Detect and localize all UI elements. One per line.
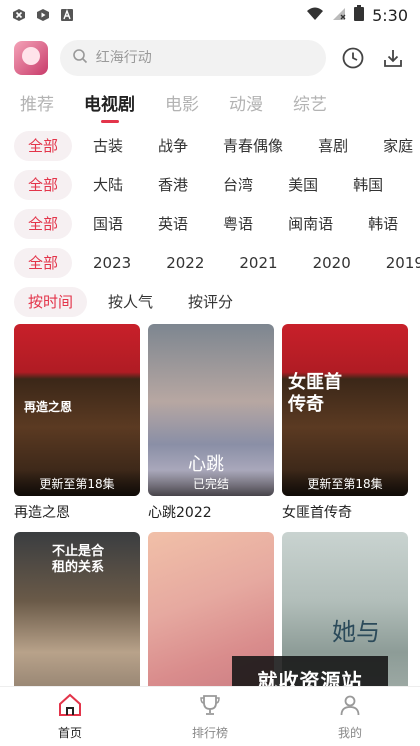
filter-row-sort: 按时间 按人气 按评分 bbox=[0, 282, 420, 321]
filter-chip[interactable]: 2022 bbox=[152, 248, 218, 278]
filter-chip[interactable]: 全部 bbox=[14, 247, 73, 278]
status-bar: 5:30 bbox=[0, 0, 420, 30]
filter-chip[interactable]: 国语 bbox=[79, 209, 137, 239]
shield-play-icon bbox=[36, 8, 50, 22]
filter-chip[interactable]: 香港 bbox=[144, 170, 202, 200]
nav-home[interactable]: 首页 bbox=[0, 687, 140, 746]
trophy-icon bbox=[198, 693, 222, 720]
bottom-nav: 首页 排行榜 我的 bbox=[0, 686, 420, 746]
poster-image[interactable]: 不止是合租的关系 bbox=[14, 532, 140, 704]
search-bar[interactable] bbox=[59, 40, 327, 76]
poster-image[interactable]: 女匪首传奇 更新至第18集 bbox=[282, 324, 408, 496]
poster-title-text: 再造之恩 bbox=[24, 400, 73, 414]
nav-label: 首页 bbox=[57, 725, 82, 740]
filter-chip[interactable]: 全部 bbox=[14, 130, 73, 161]
filter-chip[interactable]: 青春偶像 bbox=[209, 131, 297, 161]
filter-chip[interactable]: 韩语 bbox=[354, 209, 412, 239]
filter-row-language: 全部 国语 英语 粤语 闽南语 韩语 日语 bbox=[0, 204, 420, 243]
user-icon bbox=[338, 693, 362, 720]
video-title: 心跳2022 bbox=[148, 505, 212, 521]
close-notification-icon bbox=[12, 8, 26, 22]
poster-image[interactable]: 再造之恩 更新至第18集 bbox=[14, 324, 140, 496]
filter-chip[interactable]: 美国 bbox=[274, 170, 332, 200]
filter-chip[interactable]: 古装 bbox=[79, 131, 137, 161]
video-card[interactable]: 不止是合租的关系 bbox=[14, 532, 140, 704]
home-icon bbox=[57, 693, 83, 720]
filter-chip[interactable]: 家庭 bbox=[369, 131, 420, 161]
filter-chip[interactable]: 大陆 bbox=[79, 170, 137, 200]
episode-badge: 更新至第18集 bbox=[14, 470, 140, 496]
video-card[interactable]: 再造之恩 更新至第18集 再造之恩 bbox=[14, 324, 140, 522]
filter-chip[interactable]: 2019 bbox=[372, 248, 420, 278]
avatar[interactable] bbox=[14, 41, 48, 75]
poster-title-text: 女匪首传奇 bbox=[288, 372, 342, 415]
search-icon bbox=[72, 48, 88, 68]
filter-chip[interactable]: 闽南语 bbox=[274, 209, 347, 239]
video-card[interactable]: 女匪首传奇 更新至第18集 女匪首传奇 bbox=[282, 324, 408, 522]
filter-chip[interactable]: 战争 bbox=[144, 131, 202, 161]
download-icon[interactable] bbox=[380, 45, 406, 71]
search-input[interactable] bbox=[95, 50, 296, 66]
nav-label: 排行榜 bbox=[191, 725, 228, 740]
status-time: 5:30 bbox=[372, 5, 408, 25]
history-icon[interactable] bbox=[340, 45, 366, 71]
filter-chip[interactable]: 全部 bbox=[14, 208, 73, 239]
nav-mine[interactable]: 我的 bbox=[280, 687, 420, 746]
nav-ranking[interactable]: 排行榜 bbox=[140, 687, 280, 746]
filter-row-region: 全部 大陆 香港 台湾 美国 韩国 日本 bbox=[0, 165, 420, 204]
episode-badge: 已完结 bbox=[148, 470, 274, 496]
video-title: 女匪首传奇 bbox=[282, 505, 352, 521]
app-a-icon bbox=[60, 8, 74, 22]
filter-row-genre: 全部 古装 战争 青春偶像 喜剧 家庭 bbox=[0, 126, 420, 165]
filter-row-year: 全部 2023 2022 2021 2020 2019 bbox=[0, 243, 420, 282]
tab-movie[interactable]: 电影 bbox=[165, 90, 199, 115]
filter-chip[interactable]: 韩国 bbox=[339, 170, 397, 200]
top-header bbox=[0, 38, 420, 78]
episode-badge: 更新至第18集 bbox=[282, 470, 408, 496]
filter-chip[interactable]: 粤语 bbox=[209, 209, 267, 239]
tab-variety[interactable]: 综艺 bbox=[293, 90, 327, 115]
poster-title-text: 不止是合租的关系 bbox=[52, 544, 105, 575]
wifi-icon bbox=[306, 6, 324, 25]
nav-label: 我的 bbox=[337, 725, 362, 740]
filter-chip[interactable]: 日本 bbox=[404, 170, 420, 200]
filter-chip[interactable]: 2021 bbox=[225, 248, 291, 278]
signal-icon bbox=[332, 6, 346, 25]
filter-chip[interactable]: 喜剧 bbox=[304, 131, 362, 161]
battery-icon bbox=[354, 5, 365, 25]
poster-title-text: 她与 bbox=[332, 618, 380, 646]
category-tabs: 推荐 电视剧 电影 动漫 综艺 bbox=[0, 84, 420, 120]
filter-chip[interactable]: 全部 bbox=[14, 169, 73, 200]
filter-chip[interactable]: 英语 bbox=[144, 209, 202, 239]
filter-panel: 全部 古装 战争 青春偶像 喜剧 家庭 全部 大陆 香港 台湾 美国 韩国 日本… bbox=[0, 126, 420, 321]
video-card[interactable]: 心跳 已完结 心跳2022 bbox=[148, 324, 274, 522]
tab-recommend[interactable]: 推荐 bbox=[20, 90, 54, 115]
tab-tv-series[interactable]: 电视剧 bbox=[84, 90, 135, 115]
poster-image[interactable]: 心跳 已完结 bbox=[148, 324, 274, 496]
filter-chip[interactable]: 2023 bbox=[79, 248, 145, 278]
filter-chip[interactable]: 2020 bbox=[299, 248, 365, 278]
filter-chip[interactable]: 台湾 bbox=[209, 170, 267, 200]
video-title: 再造之恩 bbox=[14, 505, 70, 521]
tab-anime[interactable]: 动漫 bbox=[229, 90, 263, 115]
sort-chip[interactable]: 按评分 bbox=[174, 287, 247, 317]
sort-chip[interactable]: 按时间 bbox=[14, 286, 88, 317]
sort-chip[interactable]: 按人气 bbox=[94, 287, 167, 317]
